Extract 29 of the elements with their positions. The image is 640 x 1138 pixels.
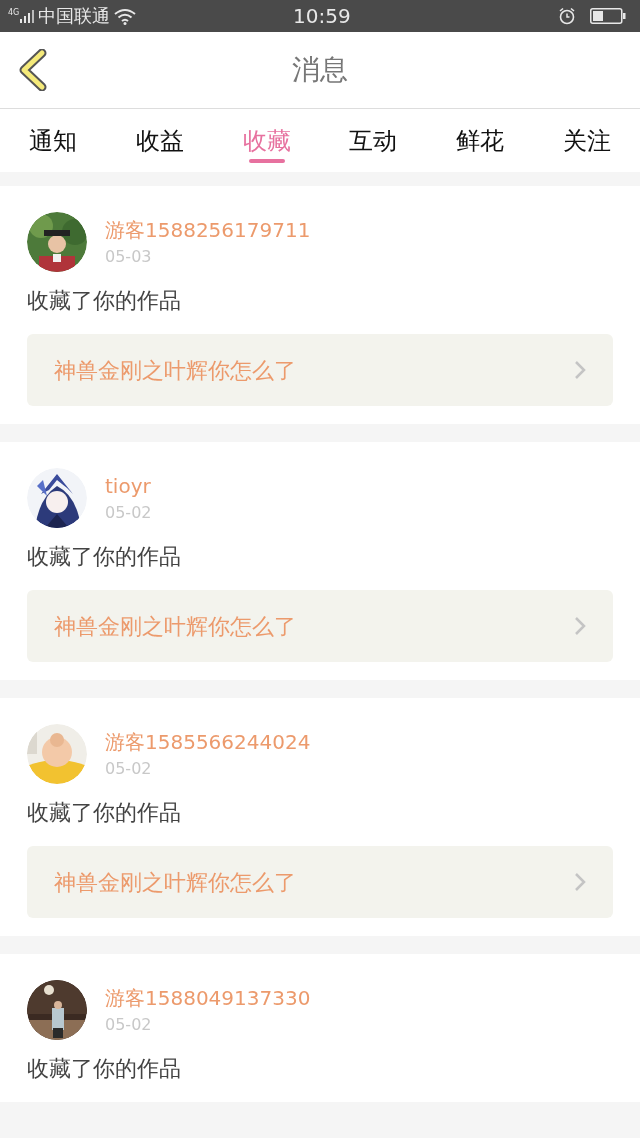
tab[interactable]: 鲜花 <box>426 109 534 172</box>
message-text: 收藏了你的作品 <box>27 287 182 315</box>
tab[interactable]: 关注 <box>533 109 640 172</box>
message-text: 收藏了你的作品 <box>27 1055 182 1083</box>
message-text: 收藏了你的作品 <box>27 543 182 571</box>
carrier-name: 中国联通 <box>38 7 111 25</box>
back-icon <box>18 49 48 91</box>
work-link[interactable]: 神兽金刚之叶辉你怎么了 <box>27 334 613 406</box>
user-name[interactable]: 游客1588256179711 <box>105 216 311 244</box>
signal-icon <box>20 9 35 23</box>
chevron-right-icon <box>574 360 586 380</box>
alarm-icon <box>558 7 576 25</box>
user-name[interactable]: tioyr <box>105 472 152 500</box>
battery-icon <box>590 8 626 24</box>
network-type: 4G <box>8 9 20 17</box>
user-name[interactable]: 游客1585566244024 <box>105 728 311 756</box>
page-title: 消息 <box>292 52 348 88</box>
work-link[interactable]: 神兽金刚之叶辉你怎么了 <box>27 590 613 662</box>
tab[interactable]: 收藏 <box>213 109 320 172</box>
work-link[interactable]: 神兽金刚之叶辉你怎么了 <box>27 846 613 918</box>
tab[interactable]: 互动 <box>320 109 427 172</box>
chevron-right-icon <box>574 872 586 892</box>
chevron-right-icon <box>574 616 586 636</box>
user-name[interactable]: 游客1588049137330 <box>105 984 311 1012</box>
tab[interactable]: 通知 <box>0 109 107 172</box>
clock-time: 10:59 <box>293 6 351 26</box>
wifi-icon <box>114 7 137 25</box>
message-text: 收藏了你的作品 <box>27 799 182 827</box>
tab[interactable]: 收益 <box>106 109 214 172</box>
